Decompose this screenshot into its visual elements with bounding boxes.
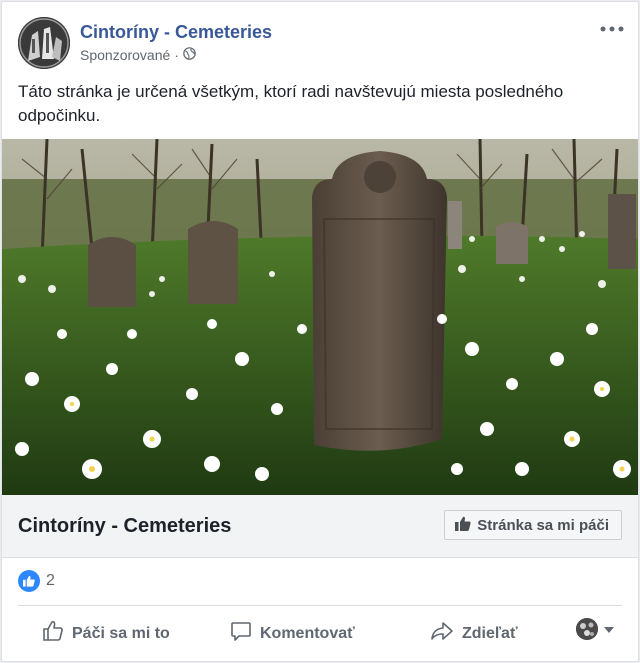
- thumbs-up-icon: [455, 516, 471, 535]
- sponsored-post: Cintoríny - Cemeteries Sponzorované · Tá…: [1, 1, 639, 662]
- like-label: Páči sa mi to: [72, 624, 170, 642]
- thumbs-up-outline-icon: [42, 620, 64, 647]
- share-label: Zdieľať: [462, 624, 518, 642]
- cta-page-title[interactable]: Cintoríny - Cemeteries: [18, 515, 231, 538]
- meta-separator: ·: [174, 47, 179, 63]
- like-page-button[interactable]: Stránka sa mi páči: [444, 510, 622, 540]
- like-page-label: Stránka sa mi páči: [477, 516, 609, 534]
- globe-icon[interactable]: [183, 47, 196, 63]
- audience-selector[interactable]: [576, 618, 614, 640]
- sponsored-label[interactable]: Sponzorované: [80, 47, 170, 63]
- chevron-down-icon: [604, 620, 614, 638]
- share-arrow-icon: [430, 620, 454, 647]
- page-avatar[interactable]: [18, 17, 70, 69]
- post-header: Cintoríny - Cemeteries Sponzorované ·: [18, 17, 626, 69]
- like-reaction-icon: [18, 570, 40, 592]
- page-name-link[interactable]: Cintoríny - Cemeteries: [80, 22, 272, 43]
- reaction-count: 2: [46, 572, 55, 589]
- share-button[interactable]: Zdieľať: [430, 620, 518, 647]
- actions-divider: [18, 605, 622, 606]
- like-button[interactable]: Páči sa mi to: [42, 620, 170, 647]
- post-meta: Sponzorované ·: [80, 47, 196, 63]
- post-photo[interactable]: [2, 139, 638, 495]
- reactions-summary[interactable]: 2: [18, 570, 55, 592]
- comment-label: Komentovať: [260, 624, 355, 642]
- speech-bubble-icon: [230, 620, 252, 647]
- page-cta-bar: Cintoríny - Cemeteries Stránka sa mi páč…: [2, 495, 638, 558]
- more-options-icon[interactable]: [598, 19, 626, 39]
- comment-button[interactable]: Komentovať: [230, 620, 355, 647]
- user-avatar: [576, 618, 598, 640]
- post-actions: Páči sa mi to Komentovať Zdieľať: [18, 610, 622, 654]
- post-message: Táto stránka je určená všetkým, ktorí ra…: [18, 82, 564, 125]
